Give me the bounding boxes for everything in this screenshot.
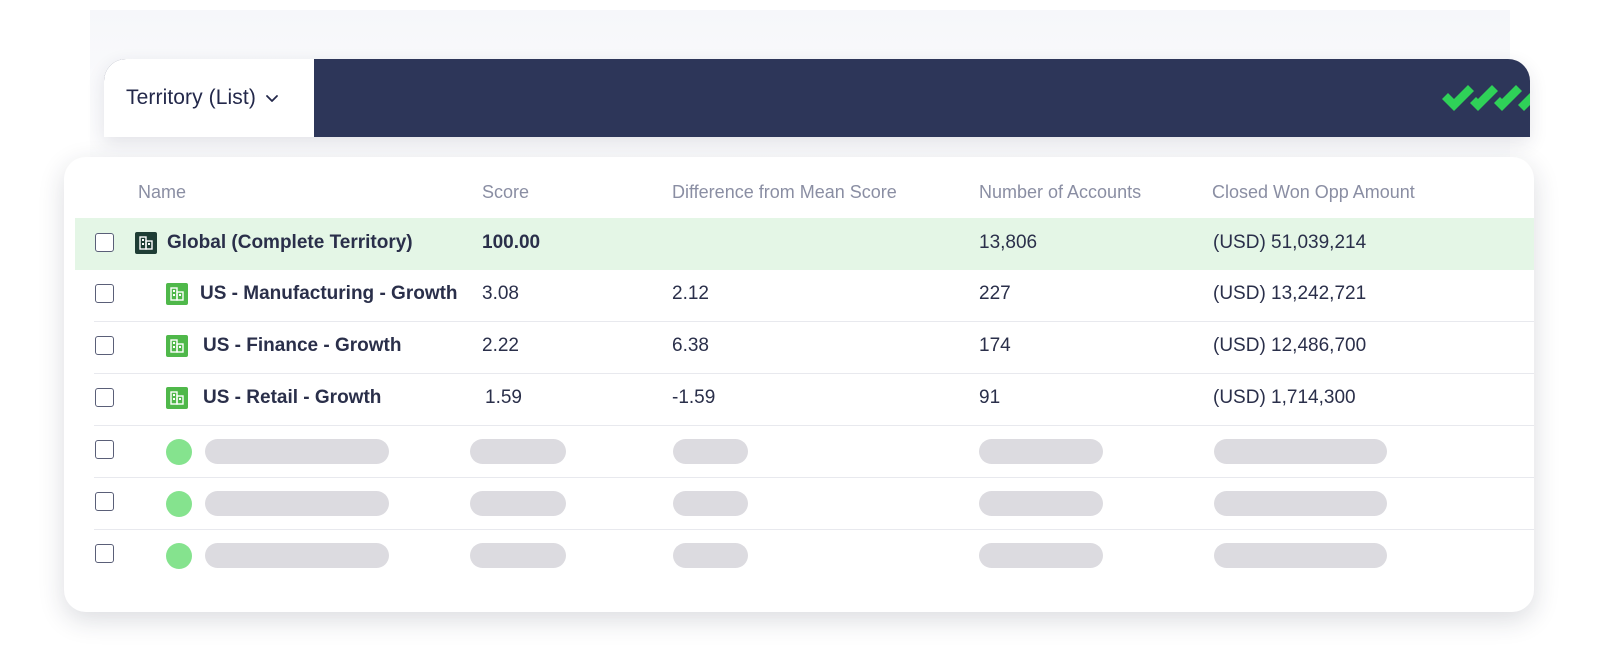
placeholder-pill <box>205 439 389 464</box>
score-value: 3.08 <box>482 283 519 304</box>
territory-icon <box>166 335 188 357</box>
row-checkbox[interactable] <box>95 284 114 303</box>
chevron-down-icon <box>266 95 278 102</box>
placeholder-dot <box>166 491 192 517</box>
accounts-value: 91 <box>979 387 1001 408</box>
placeholder-dot <box>166 543 192 569</box>
row-checkbox[interactable] <box>95 544 114 563</box>
amount-value: (USD) 13,242,721 <box>1213 283 1367 304</box>
column-header-difference[interactable]: Difference from Mean Score <box>672 182 897 203</box>
placeholder-pill <box>205 543 389 568</box>
row-checkbox[interactable] <box>95 388 114 407</box>
difference-value: 2.12 <box>672 283 709 304</box>
amount-value: (USD) 51,039,214 <box>1213 232 1367 253</box>
placeholder-pill <box>979 491 1103 516</box>
row-checkbox[interactable] <box>95 440 114 459</box>
territory-icon <box>166 387 188 409</box>
placeholder-pill <box>205 491 389 516</box>
territory-name[interactable]: Global (Complete Territory) <box>167 232 413 254</box>
accounts-value: 227 <box>979 283 1011 304</box>
placeholder-pill <box>1214 439 1387 464</box>
row-checkbox[interactable] <box>95 233 114 252</box>
amount-value: (USD) 1,714,300 <box>1213 387 1356 408</box>
row-checkbox[interactable] <box>95 336 114 355</box>
territory-name[interactable]: US - Retail - Growth <box>203 387 381 409</box>
difference-value: -1.59 <box>672 387 716 408</box>
checkmark-logo-icon <box>1442 85 1530 111</box>
territory-dark-icon <box>135 232 157 254</box>
table-row[interactable]: US - Retail - Growth 1.59 -1.59 91 (USD)… <box>94 373 1534 426</box>
placeholder-pill <box>470 543 566 568</box>
placeholder-pill <box>979 439 1103 464</box>
score-value: 1.59 <box>485 387 522 408</box>
view-selector-tab[interactable]: Territory (List) <box>104 59 314 137</box>
territory-table-card: Name Score Difference from Mean Score Nu… <box>64 157 1534 612</box>
column-header-accounts[interactable]: Number of Accounts <box>979 182 1141 203</box>
row-checkbox[interactable] <box>95 492 114 511</box>
amount-value: (USD) 12,486,700 <box>1213 335 1367 356</box>
placeholder-dot <box>166 439 192 465</box>
territory-name[interactable]: US - Finance - Growth <box>203 335 401 357</box>
territory-icon <box>166 283 188 305</box>
placeholder-row <box>94 425 1534 478</box>
column-header-amount[interactable]: Closed Won Opp Amount <box>1212 182 1415 203</box>
placeholder-pill <box>470 491 566 516</box>
accounts-value: 174 <box>979 335 1011 356</box>
placeholder-row <box>94 529 1534 581</box>
territory-name[interactable]: US - Manufacturing - Growth <box>200 283 458 305</box>
placeholder-row <box>94 477 1534 530</box>
placeholder-pill <box>1214 543 1387 568</box>
placeholder-pill <box>979 543 1103 568</box>
header-bar: Territory (List) <box>104 59 1530 137</box>
difference-value: 6.38 <box>672 335 709 356</box>
placeholder-pill <box>673 543 748 568</box>
score-value: 2.22 <box>482 335 519 356</box>
score-value: 100.00 <box>482 232 541 253</box>
accounts-value: 13,806 <box>979 232 1038 253</box>
placeholder-pill <box>1214 491 1387 516</box>
table-row[interactable]: US - Finance - Growth 2.22 6.38 174 (USD… <box>94 321 1534 374</box>
view-selector-label: Territory (List) <box>126 86 256 109</box>
column-header-name[interactable]: Name <box>138 182 186 203</box>
column-header-score[interactable]: Score <box>482 182 529 203</box>
placeholder-pill <box>470 439 566 464</box>
table-row-global[interactable]: Global (Complete Territory) 100.00 13,80… <box>75 218 1534 270</box>
placeholder-pill <box>673 439 748 464</box>
placeholder-pill <box>673 491 748 516</box>
table-row[interactable]: US - Manufacturing - Growth 3.08 2.12 22… <box>94 269 1534 322</box>
